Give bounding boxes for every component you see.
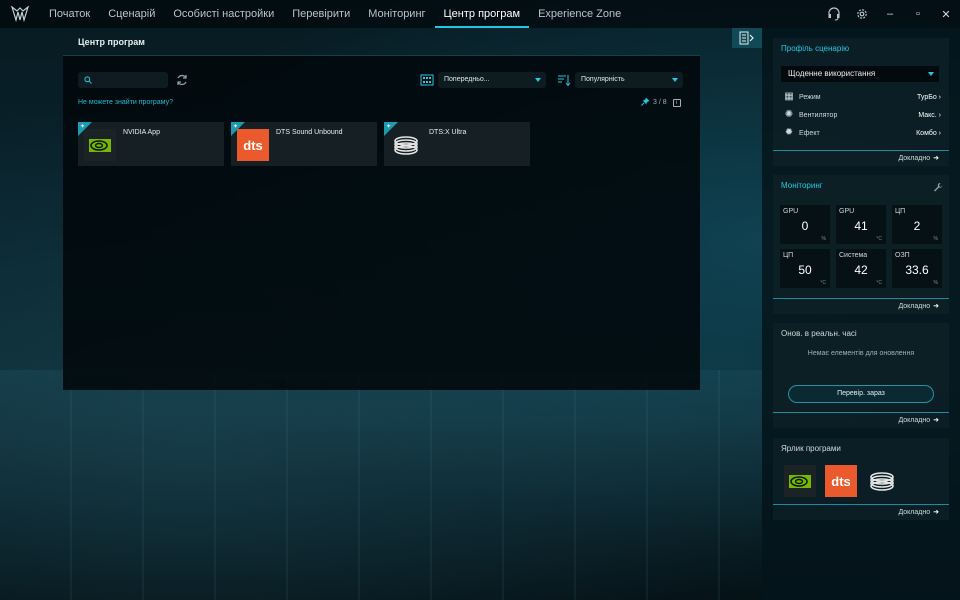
fan-icon: ✺: [784, 109, 794, 120]
search-box[interactable]: [78, 72, 168, 88]
view-filter-select[interactable]: Попередньо...: [438, 72, 546, 88]
updates-more-link[interactable]: Докладно ➜: [773, 412, 949, 428]
profile-row-effect[interactable]: ✹ Ефект Комбо ›: [783, 126, 941, 140]
card-title: Онов. в реальн. часі: [781, 329, 857, 338]
tab-home[interactable]: Початок: [40, 0, 99, 28]
app-card-nvidia[interactable]: NVIDIA App ✦: [78, 122, 224, 166]
profile-select[interactable]: Щоденне використання: [781, 66, 939, 82]
monitor-tile: ЦП 50 °C: [780, 249, 830, 288]
view-filter-value: Попередньо...: [444, 76, 490, 83]
cant-find-app-link[interactable]: Не можете знайти програму?: [78, 99, 173, 106]
pin-icon: ✦: [233, 124, 239, 130]
profile-more-link[interactable]: Докладно ➜: [773, 150, 949, 166]
arrow-right-icon: ➜: [933, 155, 939, 162]
dts-icon[interactable]: dts: [825, 465, 857, 497]
arrow-right-icon: ➜: [933, 303, 939, 310]
svg-text:dts: dts: [243, 138, 263, 153]
tab-check[interactable]: Перевірити: [283, 0, 359, 28]
tab-experience-zone[interactable]: Experience Zone: [529, 0, 630, 28]
settings-gear-icon[interactable]: [848, 0, 876, 28]
pin-icon: ✦: [386, 124, 392, 130]
nvidia-icon[interactable]: [784, 465, 816, 497]
app-shortcuts-card: Ярлик програми dts Докладно ➜: [773, 438, 949, 520]
scenario-profile-card: Профіль сценарію Щоденне використання ▦ …: [773, 38, 949, 166]
sidebar-toggle-button[interactable]: [732, 28, 762, 48]
app-name: NVIDIA App: [123, 129, 160, 136]
app-card-dts-sound-unbound[interactable]: dts DTS Sound Unbound ✦: [231, 122, 377, 166]
background-decoration: [0, 370, 762, 600]
app-card-dtsx-ultra[interactable]: DTS:X Ultra ✦: [384, 122, 530, 166]
effect-icon: ✹: [784, 127, 794, 138]
profile-row-label: Вентилятор: [799, 111, 838, 119]
sort-value: Популярність: [581, 76, 625, 83]
sort-select[interactable]: Популярність: [575, 72, 683, 88]
realtime-updates-card: Онов. в реальн. часі Немає елементів для…: [773, 323, 949, 428]
sidebar-toggle-icon: [739, 31, 754, 45]
profile-row-fan[interactable]: ✺ Вентилятор Макс. ›: [783, 108, 941, 122]
tab-app-center[interactable]: Центр програм: [434, 0, 530, 28]
pin-icon: [641, 97, 650, 108]
monitoring-card: Моніторинг GPU 0% GPU 41 °C ЦП 2% ЦП 50 °C Сис…: [773, 175, 949, 314]
profile-row-label: Ефект: [799, 129, 820, 137]
refresh-icon[interactable]: [175, 73, 189, 87]
svg-text:dts: dts: [831, 474, 851, 489]
top-right-controls: – ▫ ✕: [820, 0, 960, 28]
check-now-button[interactable]: Перевір. зараз: [788, 385, 934, 403]
chevron-down-icon: [672, 78, 678, 82]
arrow-right-icon: ➜: [933, 417, 939, 424]
restore-button[interactable]: ▫: [904, 0, 932, 28]
profile-row-value: ТурБо ›: [917, 93, 941, 101]
shortcuts-more-link[interactable]: Докладно ➜: [773, 504, 949, 520]
mode-icon: ▦: [784, 91, 794, 102]
dtsx-icon[interactable]: [866, 465, 898, 497]
pinned-count-text: 3 / 8: [653, 99, 667, 106]
monitor-tile: ОЗП 33.6%: [892, 249, 942, 288]
arrow-right-icon: ➜: [933, 509, 939, 516]
app-name: DTS:X Ultra: [429, 129, 467, 136]
main-nav: Початок Сценарій Особисті настройки Пере…: [40, 0, 630, 28]
page-title: Центр програм: [78, 37, 145, 47]
support-headset-icon[interactable]: [820, 0, 848, 28]
card-title: Ярлик програми: [781, 444, 841, 453]
profile-select-value: Щоденне використання: [788, 69, 876, 78]
profile-row-value: Комбо ›: [916, 129, 941, 137]
wrench-icon[interactable]: [933, 179, 943, 197]
top-bar: Початок Сценарій Особисті настройки Пере…: [0, 0, 960, 28]
chevron-down-icon: [928, 72, 934, 76]
profile-row-value: Макс. ›: [918, 111, 941, 119]
monitor-tile: GPU 0%: [780, 205, 830, 244]
monitoring-more-link[interactable]: Докладно ➜: [773, 298, 949, 314]
minimize-button[interactable]: –: [876, 0, 904, 28]
app-name: DTS Sound Unbound: [276, 129, 343, 136]
profile-row-mode[interactable]: ▦ Режим ТурБо ›: [783, 90, 941, 104]
monitor-tile: Система 42 °C: [836, 249, 886, 288]
search-icon: [84, 71, 92, 89]
pin-icon: ✦: [80, 124, 86, 130]
search-input[interactable]: [96, 75, 166, 85]
info-icon[interactable]: i: [672, 98, 681, 107]
monitor-tile: ЦП 2%: [892, 205, 942, 244]
monitor-tile: GPU 41 °C: [836, 205, 886, 244]
app-center-panel: Не можете знайти програму? Попередньо...…: [63, 55, 700, 390]
close-button[interactable]: ✕: [932, 0, 960, 28]
tab-personal-settings[interactable]: Особисті настройки: [164, 0, 283, 28]
grid-view-icon[interactable]: [420, 73, 434, 87]
card-title: Профіль сценарію: [781, 44, 850, 53]
empty-message: Немає елементів для оновлення: [807, 350, 915, 357]
sort-icon[interactable]: [557, 73, 571, 87]
predator-logo-icon: [0, 0, 40, 28]
profile-row-label: Режим: [799, 93, 821, 101]
chevron-down-icon: [535, 78, 541, 82]
pinned-counter: 3 / 8 i: [641, 97, 681, 108]
card-title: Моніторинг: [781, 181, 823, 190]
tab-scenario[interactable]: Сценарій: [99, 0, 164, 28]
tab-monitoring[interactable]: Моніторинг: [359, 0, 434, 28]
